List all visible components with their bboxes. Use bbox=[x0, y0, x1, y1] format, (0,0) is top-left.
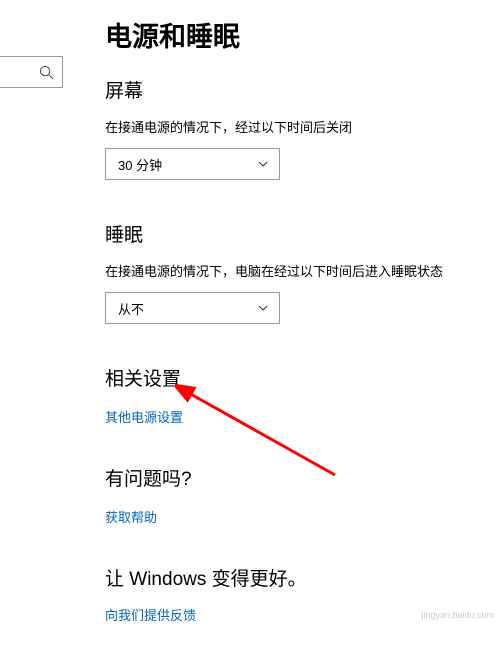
watermark: jingyan.baidu.com bbox=[421, 610, 494, 621]
question-heading: 有问题吗? bbox=[105, 464, 485, 491]
sleep-heading: 睡眠 bbox=[105, 220, 485, 247]
screen-timeout-value: 30 分钟 bbox=[118, 155, 162, 174]
other-power-settings-link[interactable]: 其他电源设置 bbox=[105, 407, 183, 426]
feedback-link[interactable]: 向我们提供反馈 bbox=[105, 605, 196, 624]
chevron-down-icon bbox=[257, 302, 269, 314]
related-heading: 相关设置 bbox=[105, 364, 485, 391]
search-input[interactable] bbox=[0, 56, 63, 88]
screen-heading: 屏幕 bbox=[105, 76, 485, 103]
sleep-timeout-dropdown[interactable]: 从不 bbox=[105, 292, 280, 324]
better-heading: 让 Windows 变得更好。 bbox=[105, 564, 485, 591]
search-icon bbox=[39, 65, 54, 80]
sleep-description: 在接通电源的情况下，电脑在经过以下时间后进入睡眠状态 bbox=[105, 261, 485, 280]
screen-timeout-dropdown[interactable]: 30 分钟 bbox=[105, 148, 280, 180]
get-help-link[interactable]: 获取帮助 bbox=[105, 507, 157, 526]
chevron-down-icon bbox=[257, 158, 269, 170]
settings-content: 电源和睡眠 屏幕 在接通电源的情况下，经过以下时间后关闭 30 分钟 睡眠 在接… bbox=[105, 15, 485, 662]
screen-description: 在接通电源的情况下，经过以下时间后关闭 bbox=[105, 117, 485, 136]
page-title: 电源和睡眠 bbox=[105, 15, 485, 54]
sleep-timeout-value: 从不 bbox=[118, 299, 144, 318]
